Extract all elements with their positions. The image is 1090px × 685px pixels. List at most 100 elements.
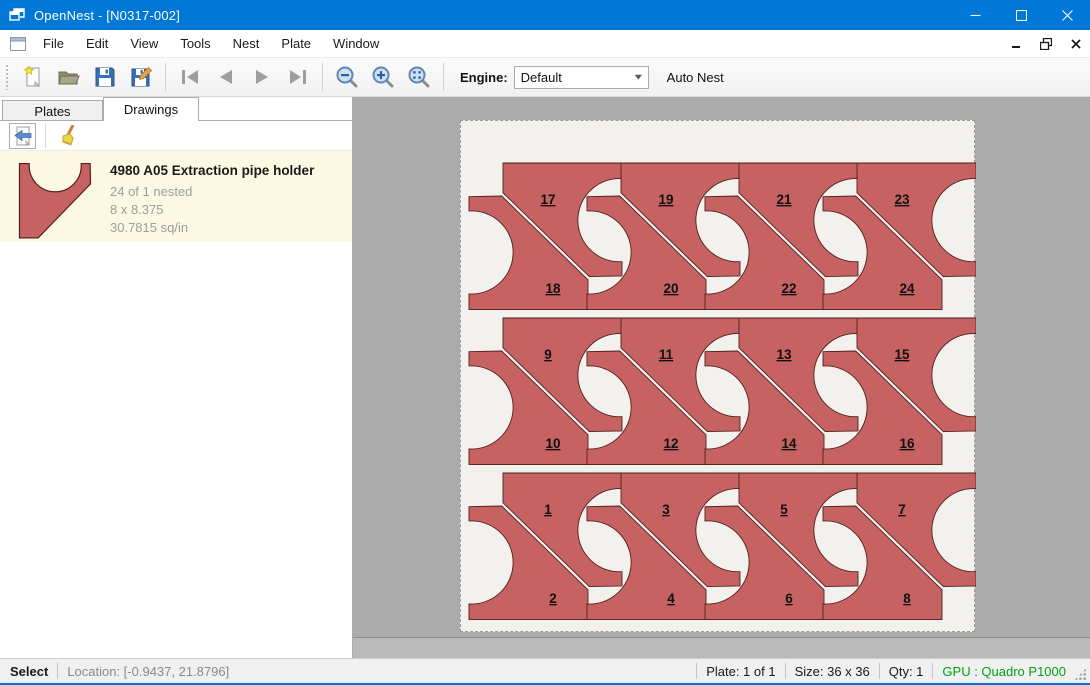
zoom-fit-icon	[407, 65, 431, 89]
status-separator	[879, 663, 880, 679]
menu-items: FileEditViewToolsNestPlateWindow	[32, 31, 390, 56]
menu-tools[interactable]: Tools	[169, 31, 221, 56]
horizontal-scrollbar[interactable]	[353, 637, 1090, 658]
nest-canvas[interactable]: 171819202122232491011121314151612345678	[353, 97, 1090, 637]
engine-select[interactable]: Default	[514, 66, 649, 89]
app-icon	[9, 7, 26, 23]
mdi-window-controls	[1008, 30, 1084, 57]
status-separator	[785, 663, 786, 679]
clean-button[interactable]	[54, 123, 81, 149]
menu-plate[interactable]: Plate	[270, 31, 322, 56]
part-label-2: 2	[549, 591, 557, 606]
part-label-4: 4	[667, 591, 675, 606]
part-label-11: 11	[659, 347, 674, 362]
import-drawing-button[interactable]	[9, 123, 36, 149]
nav-first-icon	[178, 65, 202, 89]
zoom-fit-button[interactable]	[401, 61, 437, 93]
save-as-button[interactable]	[123, 61, 159, 93]
part-label-18: 18	[545, 281, 561, 296]
next-plate-button[interactable]	[244, 61, 280, 93]
part-label-10: 10	[545, 436, 560, 451]
part-label-15: 15	[894, 347, 910, 362]
status-plate: Plate: 1 of 1	[706, 664, 775, 679]
part-label-13: 13	[776, 347, 792, 362]
menu-edit[interactable]: Edit	[75, 31, 119, 56]
part-label-14: 14	[781, 436, 797, 451]
plate: 171819202122232491011121314151612345678	[460, 120, 975, 632]
mdi-minimize-button[interactable]	[1008, 36, 1024, 52]
maximize-icon	[1016, 10, 1027, 21]
titlebar: OpenNest - [N0317-002]	[0, 0, 1090, 30]
nav-prev-icon	[214, 65, 238, 89]
part-label-17: 17	[540, 192, 555, 207]
save-button[interactable]	[87, 61, 123, 93]
menu-nest[interactable]: Nest	[222, 31, 271, 56]
part-thumbnail	[14, 163, 96, 239]
new-file-button[interactable]	[15, 61, 51, 93]
part-label-9: 9	[544, 347, 552, 362]
part-label-20: 20	[663, 281, 678, 296]
menu-window[interactable]: Window	[322, 31, 390, 56]
part-label-21: 21	[776, 192, 792, 207]
part-label-6: 6	[785, 591, 793, 606]
maximize-button[interactable]	[998, 0, 1044, 30]
zoom-in-button[interactable]	[365, 61, 401, 93]
save-as-icon	[129, 65, 153, 89]
status-gpu: GPU : Quadro P1000	[942, 664, 1066, 679]
tabstrip: Plates Drawings	[0, 97, 352, 121]
first-plate-button[interactable]	[172, 61, 208, 93]
nav-next-icon	[250, 65, 274, 89]
toolbar-separator	[443, 63, 444, 91]
drawing-title: 4980 A05 Extraction pipe holder	[110, 163, 314, 178]
close-button[interactable]	[1044, 0, 1090, 30]
menu-file[interactable]: File	[32, 31, 75, 56]
clean-broom-icon	[58, 125, 78, 147]
part-label-5: 5	[780, 502, 788, 517]
minimize-icon	[970, 10, 981, 21]
zoom-out-button[interactable]	[329, 61, 365, 93]
toolbar-grip[interactable]	[5, 64, 9, 90]
part-label-16: 16	[899, 436, 915, 451]
previous-plate-button[interactable]	[208, 61, 244, 93]
tab-plates[interactable]: Plates	[2, 100, 103, 121]
open-file-button[interactable]	[51, 61, 87, 93]
drawing-size: 8 x 8.375	[110, 201, 314, 219]
drawings-toolbar	[0, 121, 352, 151]
auto-nest-button[interactable]: Auto Nest	[657, 64, 734, 91]
plate-svg: 171819202122232491011121314151612345678	[461, 121, 976, 633]
close-icon	[1062, 10, 1073, 21]
left-panel: Plates Drawings	[0, 97, 353, 658]
status-location: Location: [-0.9437, 21.8796]	[67, 664, 229, 679]
drawing-nested-count: 24 of 1 nested	[110, 183, 314, 201]
tab-drawings[interactable]: Drawings	[103, 97, 199, 121]
drawings-panel: 4980 A05 Extraction pipe holder 24 of 1 …	[0, 120, 352, 658]
toolbar-separator	[165, 63, 166, 91]
chevron-down-icon	[630, 67, 648, 88]
document-window-icon	[10, 37, 26, 51]
new-file-icon	[21, 65, 45, 89]
part-label-1: 1	[544, 502, 552, 517]
status-size: Size: 36 x 36	[795, 664, 870, 679]
status-mode: Select	[10, 664, 48, 679]
mdi-close-button[interactable]	[1068, 36, 1084, 52]
part-label-24: 24	[899, 281, 915, 296]
statusbar-right: Plate: 1 of 1 Size: 36 x 36 Qty: 1 GPU :…	[687, 662, 1090, 681]
mdi-close-icon	[1071, 39, 1081, 49]
statusbar: Select Location: [-0.9437, 21.8796] Plat…	[0, 658, 1090, 685]
minimize-button[interactable]	[952, 0, 998, 30]
resize-grip[interactable]	[1074, 668, 1087, 681]
menu-view[interactable]: View	[119, 31, 169, 56]
window-title: OpenNest - [N0317-002]	[34, 8, 180, 23]
drawing-list-item[interactable]: 4980 A05 Extraction pipe holder 24 of 1 …	[0, 151, 352, 242]
part-label-7: 7	[898, 502, 906, 517]
mdi-restore-button[interactable]	[1038, 36, 1054, 52]
status-separator	[932, 663, 933, 679]
status-separator	[57, 663, 58, 679]
import-drawing-icon	[13, 126, 33, 146]
toolbar-separator	[45, 124, 46, 148]
menubar: FileEditViewToolsNestPlateWindow	[0, 30, 1090, 57]
mdi-restore-icon	[1040, 38, 1052, 50]
status-separator	[696, 663, 697, 679]
last-plate-button[interactable]	[280, 61, 316, 93]
nav-last-icon	[286, 65, 310, 89]
